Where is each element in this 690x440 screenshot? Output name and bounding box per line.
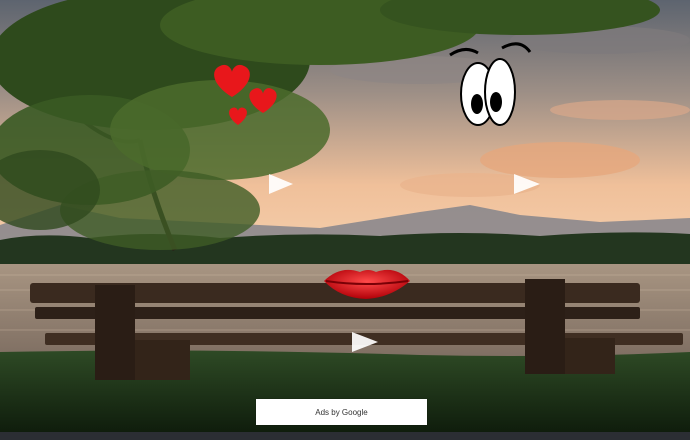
bottom-bar (0, 432, 690, 440)
game-scene (0, 0, 690, 432)
ad-banner[interactable]: Ads by Google (256, 399, 427, 425)
ad-label: Ads by Google (315, 407, 368, 417)
